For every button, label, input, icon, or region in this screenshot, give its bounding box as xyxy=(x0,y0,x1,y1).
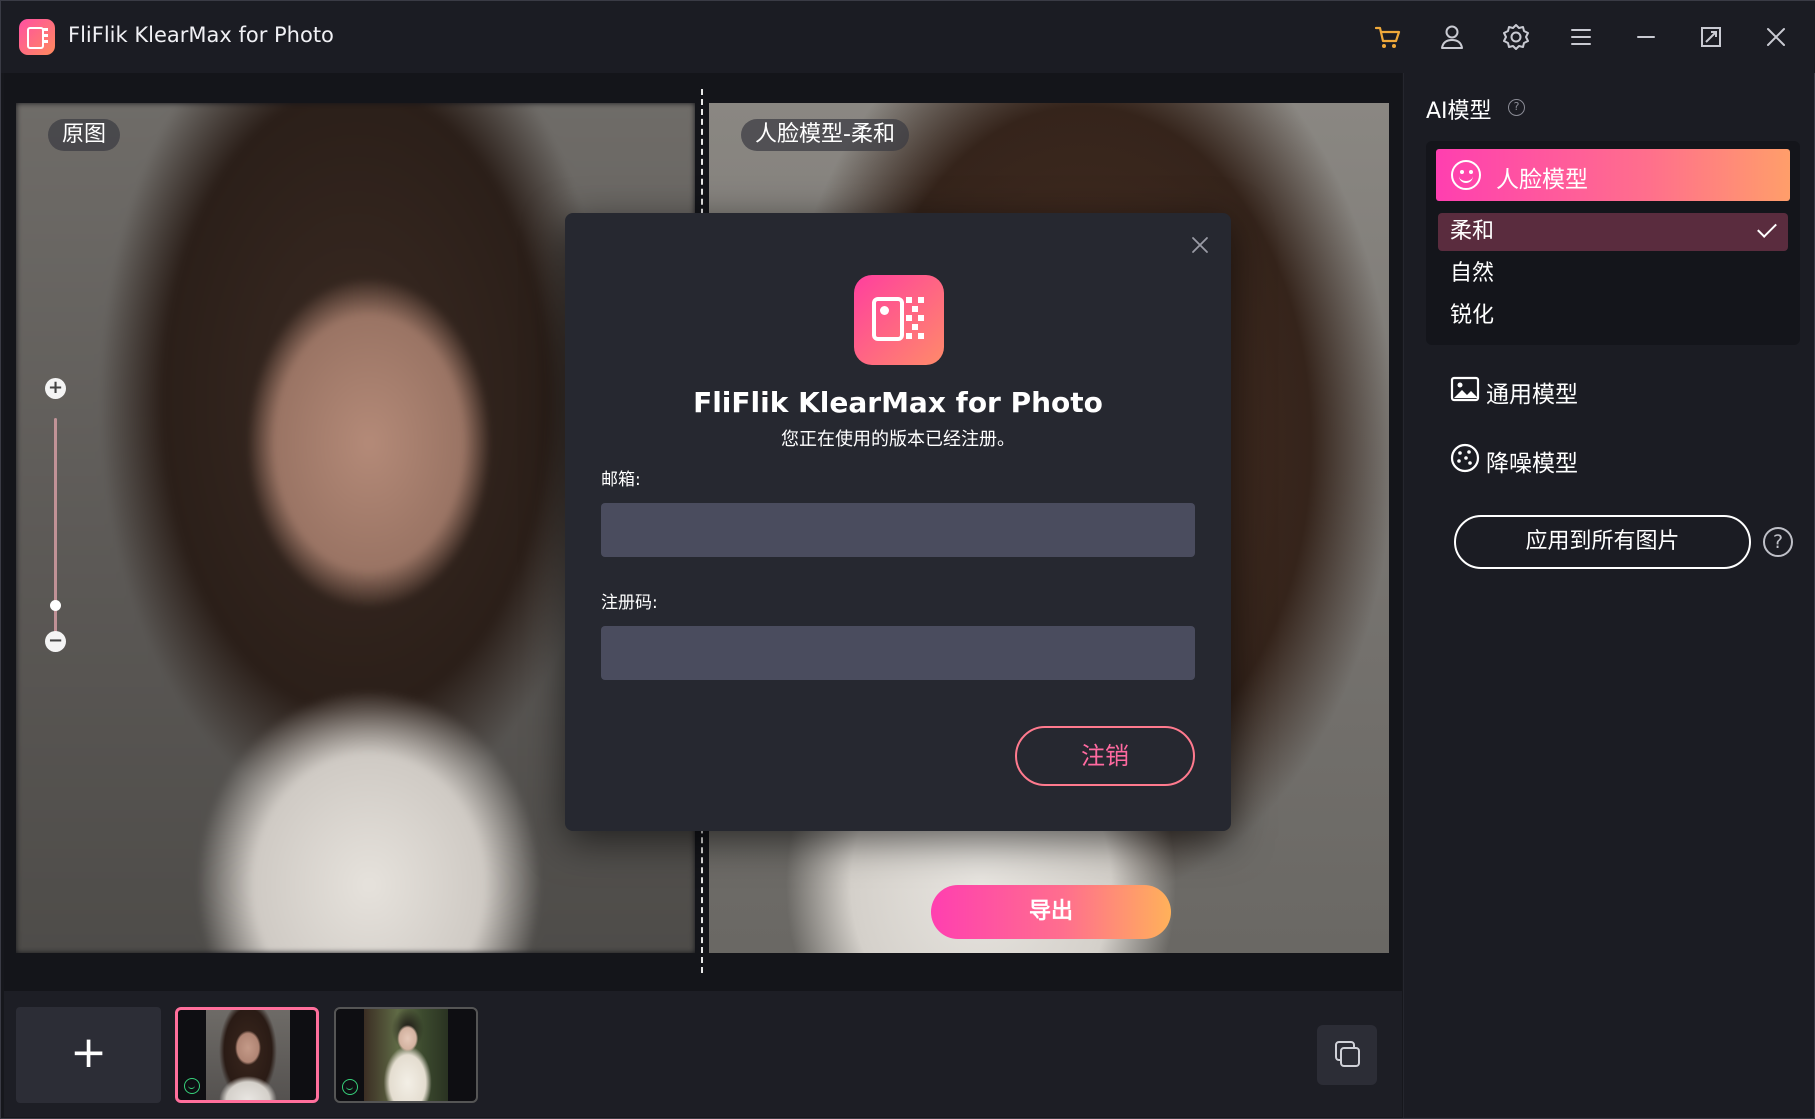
app-title: FliFlik KlearMax for Photo xyxy=(68,23,334,47)
copy-icon xyxy=(1335,1041,1360,1067)
email-label: 邮箱: xyxy=(601,470,641,490)
denoise-model-button[interactable]: 降噪模型 xyxy=(1426,430,1800,486)
registration-code-field[interactable] xyxy=(601,626,1195,680)
original-tag: 原图 xyxy=(48,119,121,151)
thumbnail-portrait-2[interactable] xyxy=(334,1007,478,1103)
product-logo-icon xyxy=(854,275,944,365)
option-sharpen[interactable]: 锐化 xyxy=(1438,297,1788,335)
user-icon[interactable] xyxy=(1434,19,1470,55)
registration-dialog: FliFlik KlearMax for Photo 您正在使用的版本已经注册。… xyxy=(565,213,1231,831)
help-icon[interactable]: ? xyxy=(1508,99,1525,116)
option-label: 柔和 xyxy=(1450,219,1495,244)
settings-icon[interactable] xyxy=(1498,19,1534,55)
zoom-out-icon[interactable]: − xyxy=(45,631,66,652)
image-icon xyxy=(1450,376,1480,402)
option-natural[interactable]: 自然 xyxy=(1438,255,1788,293)
general-model-label: 通用模型 xyxy=(1486,382,1578,408)
zoom-slider-handle[interactable] xyxy=(50,600,61,611)
face-icon xyxy=(1451,160,1481,190)
thumbnail-portrait-1[interactable] xyxy=(175,1007,319,1103)
export-button[interactable]: 导出 xyxy=(931,885,1171,939)
face-model-label: 人脸模型 xyxy=(1496,167,1588,193)
thumbnail-image xyxy=(364,1009,448,1101)
help-icon[interactable]: ? xyxy=(1763,527,1793,557)
close-icon[interactable] xyxy=(1758,19,1794,55)
thumbnail-bar: + xyxy=(4,991,1402,1117)
dialog-title: FliFlik KlearMax for Photo xyxy=(693,386,1103,419)
denoise-icon xyxy=(1450,443,1480,473)
registration-status: 您正在使用的版本已经注册。 xyxy=(781,429,1015,450)
face-model-group: 人脸模型 柔和 自然 锐化 xyxy=(1426,141,1800,345)
check-icon xyxy=(1757,218,1777,238)
menu-icon[interactable] xyxy=(1563,19,1599,55)
option-soft[interactable]: 柔和 xyxy=(1438,213,1788,251)
app-window: FliFlik KlearMax for Photo 原图 人脸模型-柔和 + … xyxy=(0,0,1815,1119)
ai-model-title: AI模型 xyxy=(1426,99,1492,124)
thumbnail-image xyxy=(206,1010,290,1100)
denoise-model-label: 降噪模型 xyxy=(1486,451,1578,477)
minimize-icon[interactable] xyxy=(1628,19,1664,55)
zoom-in-icon[interactable]: + xyxy=(45,378,66,399)
face-model-button[interactable]: 人脸模型 xyxy=(1436,149,1790,201)
option-label: 锐化 xyxy=(1450,303,1495,328)
apply-to-all-button[interactable]: 应用到所有图片 xyxy=(1454,515,1751,569)
processed-icon xyxy=(184,1078,200,1094)
registration-code-label: 注册码: xyxy=(601,593,658,613)
email-field[interactable] xyxy=(601,503,1195,557)
enhanced-tag: 人脸模型-柔和 xyxy=(741,119,909,151)
add-image-button[interactable]: + xyxy=(16,1007,161,1103)
maximize-icon[interactable] xyxy=(1693,19,1729,55)
title-bar: FliFlik KlearMax for Photo xyxy=(1,1,1815,73)
logout-button[interactable]: 注销 xyxy=(1015,726,1195,786)
app-logo-icon xyxy=(19,19,55,55)
general-model-button[interactable]: 通用模型 xyxy=(1426,361,1800,417)
cart-icon[interactable] xyxy=(1369,19,1405,55)
option-label: 自然 xyxy=(1450,261,1495,286)
compare-view-button[interactable] xyxy=(1317,1025,1377,1085)
model-sidebar: AI模型 ? 人脸模型 柔和 自然 锐化 通用模型 降噪模型 应用到所有图片 ? xyxy=(1403,73,1814,1118)
processed-icon xyxy=(342,1079,358,1095)
dialog-close-icon[interactable] xyxy=(1186,231,1214,259)
